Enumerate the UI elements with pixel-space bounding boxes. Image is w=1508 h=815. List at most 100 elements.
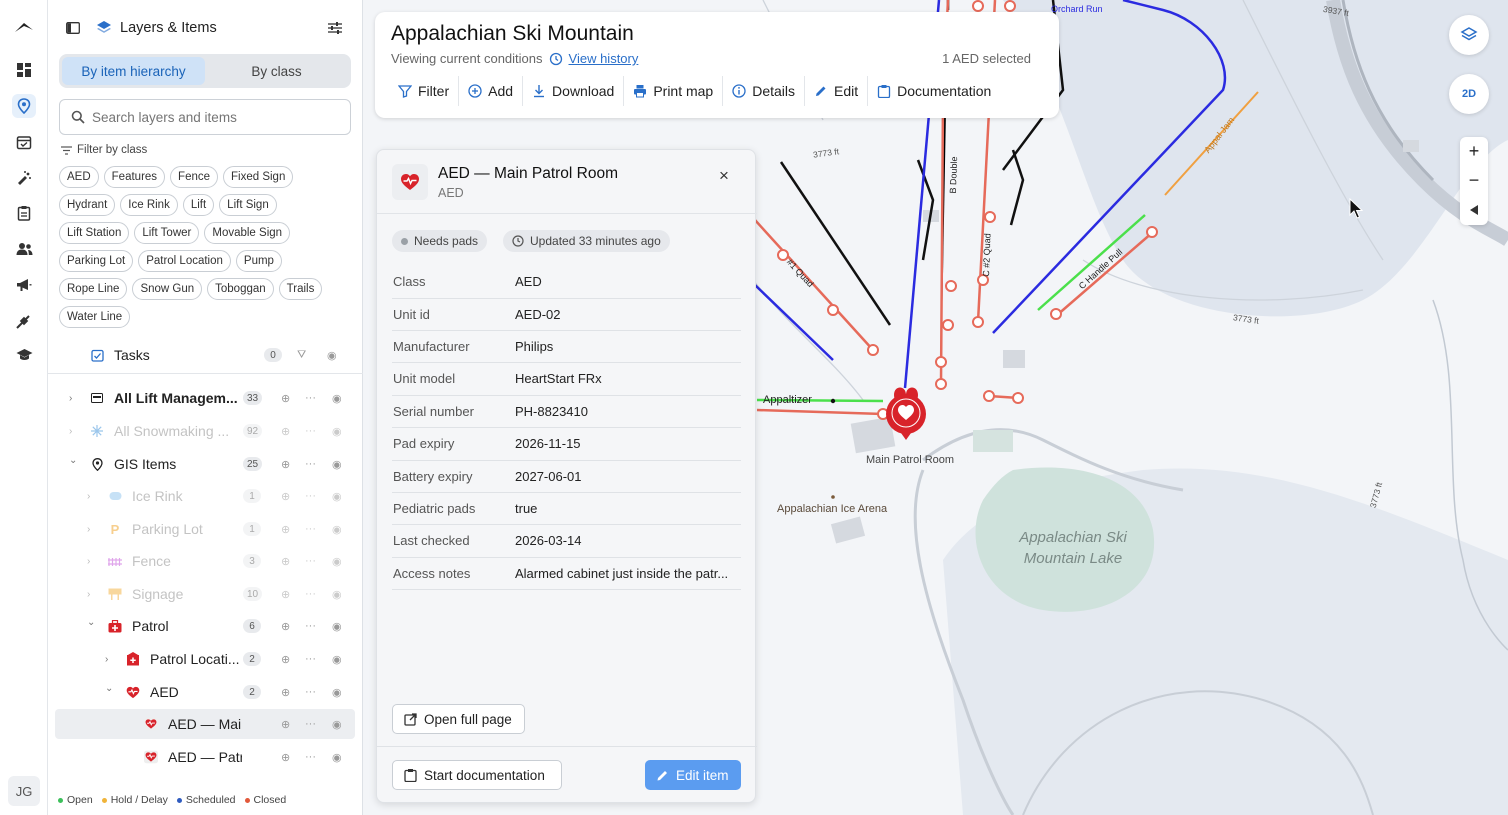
class-chip[interactable]: Fence [170, 166, 219, 188]
map-label-main-patrol-room[interactable]: Main Patrol Room [866, 454, 954, 466]
class-chip[interactable]: Rope Line [59, 278, 128, 300]
eye-icon[interactable]: ◉ [332, 718, 342, 731]
class-chip[interactable]: Trails [278, 278, 323, 300]
eye-icon[interactable]: ◉ [332, 620, 342, 633]
calendar-icon[interactable] [12, 130, 36, 154]
map-label-c-quad[interactable]: C #2 Quad [981, 233, 993, 277]
locate-icon[interactable]: ⊕ [281, 490, 290, 503]
class-chip[interactable]: Parking Lot [59, 250, 134, 272]
users-icon[interactable] [12, 237, 36, 261]
eye-off-icon[interactable]: ◉ [332, 555, 342, 568]
tree-row[interactable]: › All Lift Managem... 33 ⊕ ··· ◉ [55, 383, 355, 413]
locate-icon[interactable]: ⊕ [281, 523, 290, 536]
panel-settings-icon[interactable] [328, 21, 342, 40]
more-icon[interactable]: ··· [305, 555, 316, 567]
map-pin-icon[interactable] [12, 94, 36, 118]
compass-button[interactable] [1460, 195, 1488, 224]
megaphone-icon[interactable] [12, 273, 36, 297]
more-icon[interactable]: ··· [305, 490, 316, 502]
details-button[interactable]: Details [723, 76, 806, 106]
class-chip[interactable]: Pump [235, 250, 282, 272]
more-icon[interactable]: ··· [305, 425, 316, 437]
tree-row[interactable]: AED — Main P... ⊕ ··· ◉ [55, 709, 355, 739]
tree-row[interactable]: › All Snowmaking ... 92 ⊕ ··· ◉ [55, 416, 355, 446]
graduation-cap-icon[interactable] [12, 343, 36, 367]
map-label-appaltizer[interactable]: Appaltizer [763, 394, 812, 406]
edit-item-button[interactable]: Edit item [645, 760, 741, 790]
sidebar-toggle-icon[interactable] [66, 21, 80, 39]
eye-icon[interactable]: ◉ [327, 349, 337, 362]
chevron-right-icon[interactable]: › [69, 426, 72, 437]
tree-row[interactable]: ⌄ AED 2 ⊕ ··· ◉ [55, 677, 355, 707]
eye-off-icon[interactable]: ◉ [332, 588, 342, 601]
tree-row[interactable]: › Ice Rink 1 ⊕ ··· ◉ [55, 481, 355, 511]
app-logo-icon[interactable] [12, 15, 36, 39]
filter-icon[interactable]: ⛛ [297, 349, 306, 362]
snowmaking-icon[interactable] [12, 166, 36, 190]
class-chip[interactable]: Ice Rink [120, 194, 178, 216]
tab-by-class[interactable]: By class [205, 57, 348, 85]
class-chip[interactable]: Movable Sign [204, 222, 291, 244]
download-button[interactable]: Download [523, 76, 625, 106]
eye-off-icon[interactable]: ◉ [332, 425, 342, 438]
chevron-right-icon[interactable]: › [105, 654, 108, 665]
eye-icon[interactable]: ◉ [332, 751, 342, 764]
tree-row[interactable]: › P Parking Lot 1 ⊕ ··· ◉ [55, 514, 355, 544]
view-mode-2d-button[interactable]: 2D [1449, 74, 1489, 114]
edit-button[interactable]: Edit [805, 76, 869, 106]
more-icon[interactable]: ··· [305, 458, 316, 470]
locate-icon[interactable]: ⊕ [281, 686, 290, 699]
class-chip[interactable]: Fixed Sign [223, 166, 294, 188]
class-chip[interactable]: Features [103, 166, 166, 188]
more-icon[interactable]: ··· [305, 523, 316, 535]
tree-row[interactable]: ⌄ Patrol 6 ⊕ ··· ◉ [55, 611, 355, 641]
locate-icon[interactable]: ⊕ [281, 620, 290, 633]
chevron-down-icon[interactable]: ⌄ [87, 617, 95, 628]
locate-icon[interactable]: ⊕ [281, 555, 290, 568]
more-icon[interactable]: ··· [305, 588, 316, 600]
map-label-b-double[interactable]: B Double [948, 156, 959, 193]
locate-icon[interactable]: ⊕ [281, 588, 290, 601]
close-icon[interactable]: × [719, 166, 729, 186]
locate-icon[interactable]: ⊕ [281, 458, 290, 471]
map-label-orchard-run[interactable]: Orchard Run [1051, 4, 1103, 14]
more-icon[interactable]: ··· [305, 686, 316, 698]
more-icon[interactable]: ··· [305, 392, 316, 404]
eye-icon[interactable]: ◉ [332, 686, 342, 699]
class-chip[interactable]: Lift [182, 194, 215, 216]
print-map-button[interactable]: Print map [624, 76, 724, 106]
locate-icon[interactable]: ⊕ [281, 653, 290, 666]
class-chip[interactable]: Toboggan [207, 278, 274, 300]
chevron-right-icon[interactable]: › [87, 589, 90, 600]
tree-row[interactable]: › Signage 10 ⊕ ··· ◉ [55, 579, 355, 609]
class-chip[interactable]: Patrol Location [138, 250, 231, 272]
chevron-right-icon[interactable]: › [87, 556, 90, 567]
class-chip[interactable]: Water Line [59, 306, 131, 328]
eye-icon[interactable]: ◉ [332, 392, 342, 405]
more-icon[interactable]: ··· [305, 620, 316, 632]
eye-off-icon[interactable]: ◉ [332, 490, 342, 503]
chevron-right-icon[interactable]: › [87, 524, 90, 535]
eye-off-icon[interactable]: ◉ [332, 523, 342, 536]
tree-row[interactable]: › Fence 3 ⊕ ··· ◉ [55, 546, 355, 576]
chevron-down-icon[interactable]: ⌄ [69, 455, 77, 466]
clipboard-icon[interactable] [12, 201, 36, 225]
layers-toggle-button[interactable] [1449, 15, 1489, 55]
tree-row[interactable]: AED — Patrol ... ⊕ ··· ◉ [55, 742, 355, 772]
class-chip[interactable]: Lift Sign [219, 194, 277, 216]
more-icon[interactable]: ··· [305, 751, 316, 763]
locate-icon[interactable]: ⊕ [281, 392, 290, 405]
user-avatar[interactable]: JG [8, 776, 40, 806]
search-input[interactable] [59, 99, 351, 135]
more-icon[interactable]: ··· [305, 653, 316, 665]
plug-icon[interactable] [12, 309, 36, 333]
class-chip[interactable]: Lift Tower [134, 222, 200, 244]
view-history-link[interactable]: View history [569, 51, 639, 66]
chevron-down-icon[interactable]: ⌄ [105, 683, 113, 694]
eye-icon[interactable]: ◉ [332, 653, 342, 666]
chevron-right-icon[interactable]: › [69, 393, 72, 404]
documentation-button[interactable]: Documentation [868, 76, 1000, 106]
chevron-right-icon[interactable]: › [87, 491, 90, 502]
tree-row[interactable]: ⌄ GIS Items 25 ⊕ ··· ◉ [55, 449, 355, 479]
locate-icon[interactable]: ⊕ [281, 718, 290, 731]
